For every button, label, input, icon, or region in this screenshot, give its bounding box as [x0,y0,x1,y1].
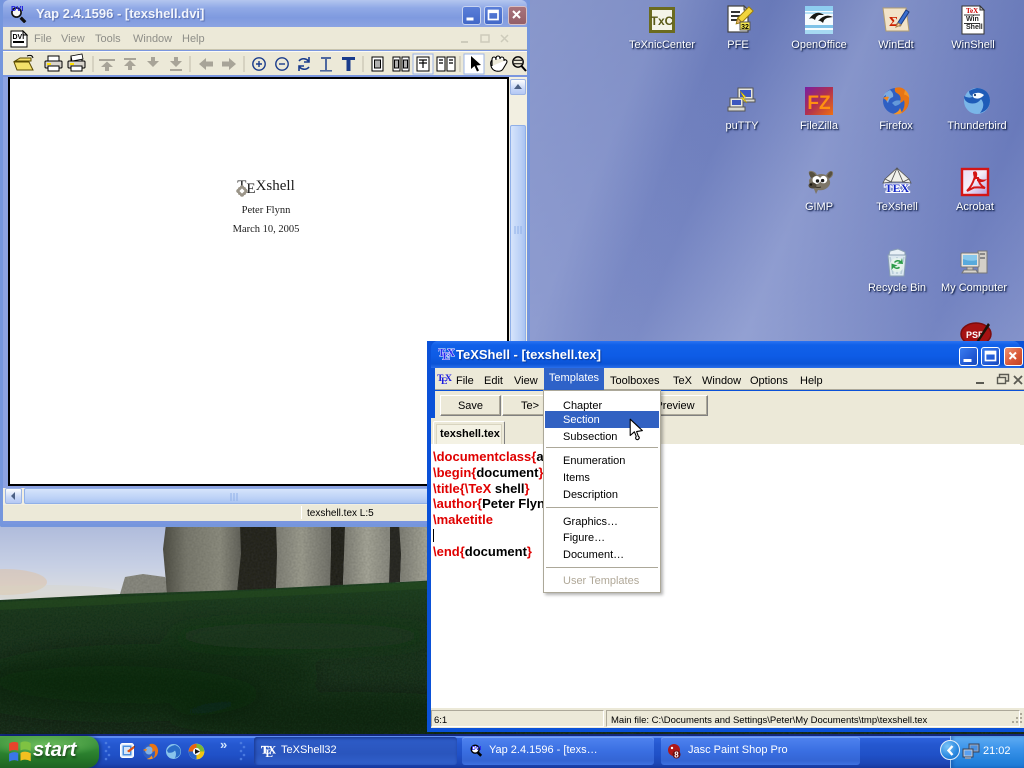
svg-text:TxC: TxC [651,14,674,28]
svg-text:DVI: DVI [472,746,482,752]
svg-text:32: 32 [741,24,749,31]
svg-text:DVI: DVI [11,4,24,13]
svg-text:8: 8 [674,751,679,760]
svg-text:X: X [268,745,276,757]
svg-text:TEX: TEX [885,181,910,195]
svg-text:FZ: FZ [807,93,831,114]
svg-text:X: X [447,347,455,359]
svg-text:Σ: Σ [889,15,898,30]
svg-text:X: X [445,373,452,384]
svg-text:TeX: TeX [966,7,978,15]
svg-text:Win: Win [966,16,979,23]
svg-text:Shell: Shell [966,24,983,31]
svg-text:DVI: DVI [13,34,25,41]
